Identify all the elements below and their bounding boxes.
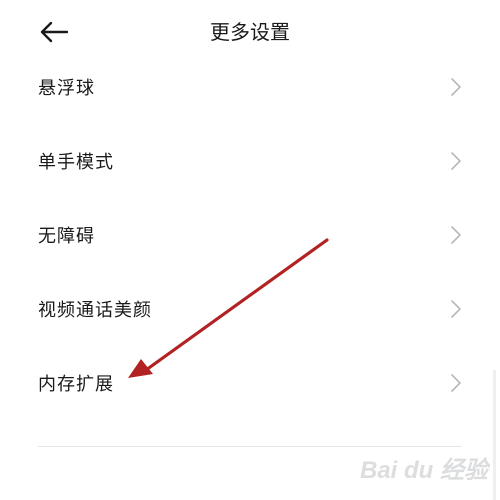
watermark-text: Bai du 经验 [360,457,490,484]
settings-item-one-handed-mode[interactable]: 单手模式 [0,124,500,198]
settings-item-label: 单手模式 [38,152,114,173]
list-divider [38,446,462,447]
settings-item-label: 内存扩展 [38,374,114,395]
settings-item-label: 无障碍 [38,226,95,247]
chevron-right-icon [451,300,461,318]
page-title: 更多设置 [210,20,290,44]
baidu-jingyan-logo: Bai du 经验 [360,457,490,484]
more-settings-screen: 更多设置 悬浮球 单手模式 无障碍 视频通话美颜 内存扩展 Bai du 经验 [0,0,500,500]
chevron-right-icon [451,374,461,392]
settings-item-label: 悬浮球 [38,78,95,99]
settings-item-memory-extension[interactable]: 内存扩展 [0,346,500,420]
settings-item-video-call-beauty[interactable]: 视频通话美颜 [0,272,500,346]
settings-item-floating-ball[interactable]: 悬浮球 [0,50,500,124]
chevron-right-icon [451,152,461,170]
settings-item-label: 视频通话美颜 [38,300,152,321]
chevron-right-icon [451,226,461,244]
chevron-right-icon [451,78,461,96]
scrollbar [493,370,496,500]
settings-list: 悬浮球 单手模式 无障碍 视频通话美颜 内存扩展 [0,50,500,420]
settings-item-accessibility[interactable]: 无障碍 [0,198,500,272]
